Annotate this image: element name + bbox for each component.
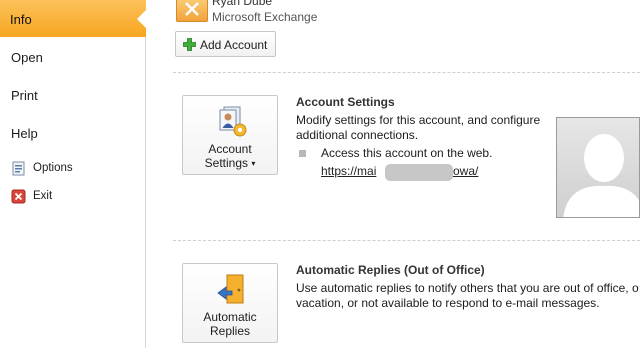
sidebar-item-label: Print — [11, 88, 38, 103]
sidebar-item-print[interactable]: Print — [0, 88, 146, 110]
add-account-label: Add Account — [200, 38, 268, 52]
web-access-text: Access this account on the web. — [321, 146, 493, 160]
automatic-replies-button-label: Automatic Replies — [183, 310, 277, 338]
section-divider — [173, 72, 640, 73]
add-plus-icon — [183, 38, 196, 51]
sidebar-item-help[interactable]: Help — [0, 126, 146, 148]
sidebar-item-options[interactable]: Options — [0, 159, 146, 179]
account-type: Microsoft Exchange — [212, 10, 318, 24]
automatic-replies-description: Use automatic replies to notify others t… — [296, 281, 639, 310]
add-account-button[interactable]: Add Account — [175, 31, 276, 57]
options-icon — [12, 161, 25, 176]
exchange-glyph-icon — [185, 2, 199, 16]
account-settings-description: Modify settings for this account, and co… — [296, 113, 541, 142]
exit-icon — [11, 189, 26, 204]
automatic-replies-title: Automatic Replies (Out of Office) — [296, 263, 485, 277]
account-settings-icon — [219, 106, 247, 137]
owa-link[interactable]: https://mai — [321, 164, 376, 178]
person-silhouette-icon — [563, 134, 639, 217]
label-line-2: Replies — [209, 324, 251, 338]
owa-link-suffix[interactable]: owa/ — [453, 164, 478, 178]
sidebar-item-label: Info — [10, 12, 32, 27]
sidebar-item-label: Open — [11, 50, 43, 65]
sidebar-item-label: Help — [11, 126, 38, 141]
automatic-replies-icon — [217, 274, 244, 304]
automatic-replies-button[interactable]: Automatic Replies — [182, 263, 278, 343]
sidebar-item-label: Options — [33, 162, 73, 174]
label-line-2: Settings ▾ — [183, 156, 277, 171]
bullet-square-icon — [299, 150, 306, 157]
contact-photo-placeholder[interactable] — [556, 117, 640, 218]
label-line-1: Automatic — [203, 310, 257, 324]
account-name: Ryan Dube — [212, 0, 273, 8]
sidebar-item-open[interactable]: Open — [0, 50, 146, 72]
account-settings-button[interactable]: Account Settings ▾ — [182, 95, 278, 175]
sidebar-item-label: Exit — [33, 190, 53, 202]
active-indicator-arrow — [137, 10, 146, 28]
label-line-1: Account — [208, 142, 252, 156]
account-settings-title: Account Settings — [296, 95, 395, 109]
chevron-down-icon: ▾ — [251, 158, 256, 168]
account-settings-button-label: Account Settings ▾ — [183, 142, 277, 171]
label-line-2-text: Settings — [204, 156, 248, 170]
section-divider — [173, 240, 640, 241]
backstage-sidebar: Info Open Print Help Options Exit — [0, 0, 146, 348]
exchange-account-icon — [176, 0, 208, 22]
redacted-url-blur — [385, 164, 453, 181]
backstage-main: Ryan Dube Microsoft Exchange Add Account… — [147, 0, 640, 348]
sidebar-item-exit[interactable]: Exit — [0, 187, 146, 207]
sidebar-item-info[interactable]: Info — [0, 0, 146, 37]
